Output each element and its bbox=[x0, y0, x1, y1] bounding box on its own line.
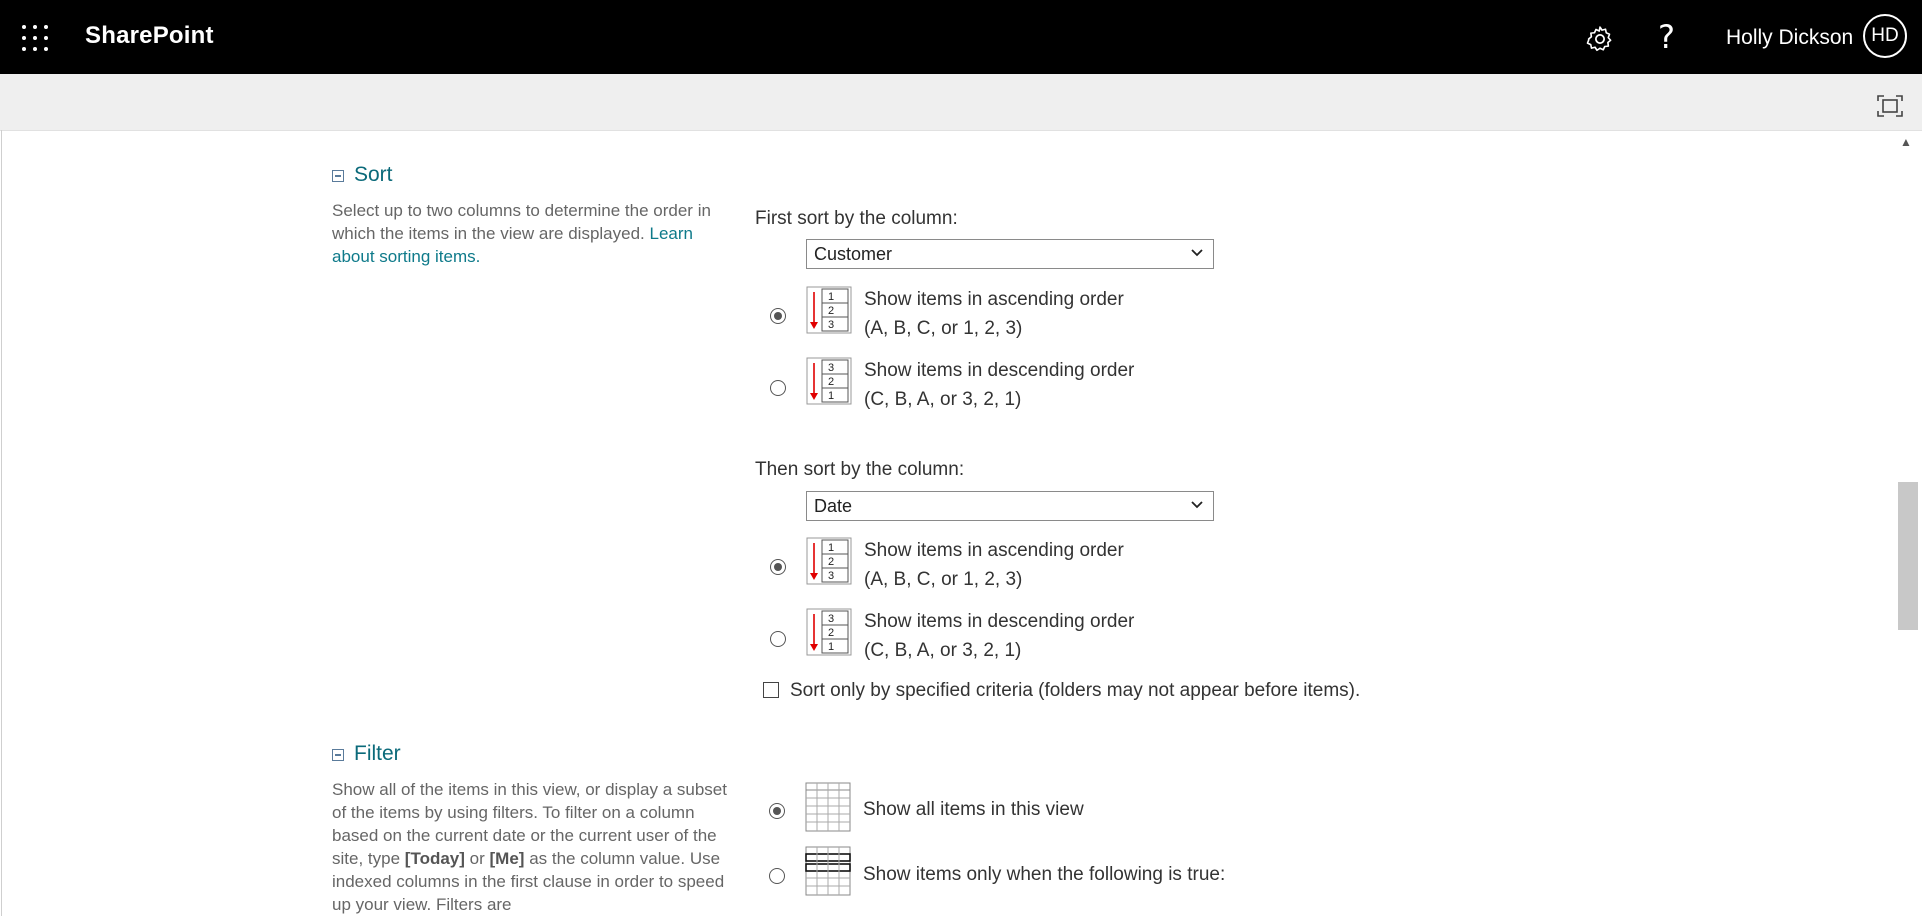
svg-text:2: 2 bbox=[828, 305, 834, 317]
filter-collapse-icon[interactable] bbox=[332, 749, 344, 761]
filter-section-title[interactable]: Filter bbox=[354, 742, 401, 766]
second-sort-descending-radio[interactable] bbox=[770, 631, 786, 647]
svg-text:2: 2 bbox=[828, 627, 834, 639]
second-descending-option[interactable]: Show items in descending order (C, B, A,… bbox=[864, 607, 1134, 665]
svg-text:3: 3 bbox=[828, 319, 834, 331]
second-sort-ascending-radio[interactable] bbox=[770, 559, 786, 575]
show-all-items-radio[interactable] bbox=[769, 803, 785, 819]
sort-descending-icon: 3 2 1 bbox=[806, 357, 852, 405]
first-descending-line1: Show items in descending order bbox=[864, 360, 1135, 381]
first-descending-option[interactable]: Show items in descending order (C, B, A,… bbox=[864, 356, 1134, 414]
first-sort-value: Customer bbox=[814, 244, 893, 264]
filtered-table-icon bbox=[805, 846, 851, 896]
svg-text:1: 1 bbox=[828, 390, 834, 402]
first-sort-descending-radio[interactable] bbox=[770, 380, 786, 396]
svg-text:2: 2 bbox=[828, 376, 834, 388]
second-descending-line1: Show items in descending order bbox=[864, 611, 1135, 632]
app-title[interactable]: SharePoint bbox=[85, 22, 214, 50]
first-ascending-line1: Show items in ascending order bbox=[864, 289, 1124, 310]
second-sort-value: Date bbox=[814, 496, 853, 516]
second-sort-select[interactable]: Date bbox=[806, 491, 1214, 521]
second-ascending-line1: Show items in ascending order bbox=[864, 540, 1124, 561]
chevron-down-icon bbox=[1191, 501, 1203, 509]
second-sort-label: Then sort by the column: bbox=[755, 459, 965, 480]
show-all-items-label[interactable]: Show all items in this view bbox=[863, 795, 1084, 824]
help-icon[interactable]: ? bbox=[1658, 18, 1675, 56]
settings-gear-icon[interactable] bbox=[1585, 24, 1615, 54]
sort-collapse-icon[interactable] bbox=[332, 170, 344, 182]
sort-ascending-icon: 1 2 3 bbox=[806, 286, 852, 334]
filter-description: Show all of the items in this view, or d… bbox=[332, 778, 727, 916]
show-items-when-label[interactable]: Show items only when the following is tr… bbox=[863, 860, 1225, 889]
first-sort-ascending-radio[interactable] bbox=[770, 308, 786, 324]
sort-ascending-icon: 1 2 3 bbox=[806, 537, 852, 585]
svg-text:3: 3 bbox=[828, 570, 834, 582]
svg-text:3: 3 bbox=[828, 362, 834, 374]
scrollbar-thumb[interactable] bbox=[1898, 482, 1918, 630]
second-ascending-line2: (A, B, C, or 1, 2, 3) bbox=[864, 569, 1023, 590]
app-launcher-icon[interactable] bbox=[22, 25, 48, 51]
chevron-down-icon bbox=[1191, 249, 1203, 257]
sort-only-specified-checkbox[interactable] bbox=[763, 682, 779, 698]
svg-text:3: 3 bbox=[828, 613, 834, 625]
sort-descending-icon: 3 2 1 bbox=[806, 608, 852, 656]
svg-text:2: 2 bbox=[828, 556, 834, 568]
second-descending-line2: (C, B, A, or 3, 2, 1) bbox=[864, 640, 1022, 661]
filter-or-word: or bbox=[469, 849, 485, 868]
first-ascending-line2: (A, B, C, or 1, 2, 3) bbox=[864, 318, 1023, 339]
first-descending-line2: (C, B, A, or 3, 2, 1) bbox=[864, 389, 1022, 410]
svg-text:1: 1 bbox=[828, 542, 834, 554]
suite-bar: SharePoint ? Holly Dickson HD bbox=[0, 0, 1922, 74]
first-sort-select[interactable]: Customer bbox=[806, 239, 1214, 269]
avatar[interactable]: HD bbox=[1863, 14, 1907, 58]
scroll-up-arrow-icon[interactable]: ▲ bbox=[1900, 135, 1912, 149]
sort-description: Select up to two columns to determine th… bbox=[332, 199, 732, 268]
sort-only-specified-label[interactable]: Sort only by specified criteria (folders… bbox=[790, 676, 1360, 705]
focus-mode-icon[interactable] bbox=[1877, 95, 1903, 117]
sort-section-title[interactable]: Sort bbox=[354, 163, 393, 187]
me-token: [Me] bbox=[489, 849, 525, 868]
svg-text:1: 1 bbox=[828, 641, 834, 653]
first-ascending-option[interactable]: Show items in ascending order (A, B, C, … bbox=[864, 285, 1124, 343]
table-grid-icon bbox=[805, 782, 851, 832]
svg-text:1: 1 bbox=[828, 291, 834, 303]
user-name[interactable]: Holly Dickson bbox=[1726, 26, 1853, 50]
show-items-when-radio[interactable] bbox=[769, 868, 785, 884]
second-ascending-option[interactable]: Show items in ascending order (A, B, C, … bbox=[864, 536, 1124, 594]
first-sort-label: First sort by the column: bbox=[755, 208, 958, 229]
today-token: [Today] bbox=[404, 849, 465, 868]
command-bar bbox=[0, 74, 1922, 131]
